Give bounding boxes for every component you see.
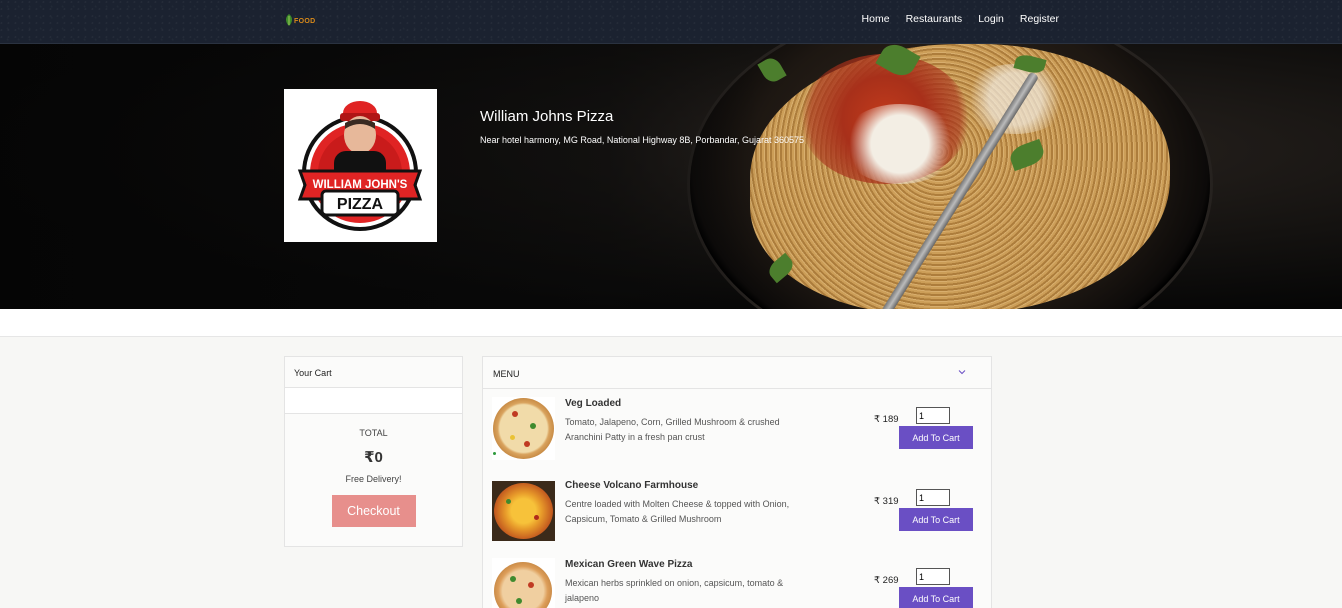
menu-panel: MENU Veg Loaded Tomato, Jalapeno, Corn, … [482,356,992,608]
restaurant-logo: WILLIAM JOHN'S PIZZA [284,89,437,242]
pizza-topping [530,423,536,429]
leaf-icon [286,14,292,26]
pizza-topping [510,576,516,582]
chevron-down-icon[interactable] [958,368,966,376]
nav-restaurants-link[interactable]: Restaurants [906,13,963,25]
cart-total-label: TOTAL [359,428,388,438]
restaurant-hero-banner: WILLIAM JOHN'S PIZZA William Johns Pizza… [0,44,1342,309]
cheese-volcano-image [492,481,555,541]
restaurant-address: Near hotel harmony, MG Road, National Hi… [480,135,805,145]
cart-items-list [285,388,462,414]
checkout-button[interactable]: Checkout [331,495,416,527]
menu-header[interactable]: MENU [483,357,991,389]
pizza-topping [506,499,511,504]
menu-title: MENU [493,369,520,379]
nav-register-link[interactable]: Register [1020,13,1059,25]
menu-item-price: ₹ 319 [874,496,899,507]
cart-title: Your Cart [285,357,462,388]
nav-home-link[interactable]: Home [862,13,890,25]
restaurant-name: William Johns Pizza [480,108,614,125]
quantity-input[interactable] [916,568,950,585]
pizza-image [494,483,553,539]
pizza-topping [524,441,530,447]
section-divider [0,309,1342,337]
free-delivery-text: Free Delivery! [345,474,402,484]
menu-item-name: Veg Loaded [565,398,622,409]
add-to-cart-button[interactable]: Add To Cart [899,587,973,608]
menu-item-name: Cheese Volcano Farmhouse [565,480,699,491]
menu-item-description: Tomato, Jalapeno, Corn, Grilled Mushroom… [565,417,780,442]
veg-indicator [493,452,496,455]
add-to-cart-button[interactable]: Add To Cart [899,508,973,531]
logo-text: FOOD [294,18,316,25]
logo-pizza-text: PIZZA [337,196,384,213]
menu-item: Veg Loaded Tomato, Jalapeno, Corn, Grill… [483,397,991,467]
nav-links: Home Restaurants Login Register [862,13,1059,25]
menu-item-price: ₹ 269 [874,575,899,586]
pizza-image [494,562,552,608]
mexican-green-wave-image [492,558,555,608]
site-logo[interactable]: FOOD [284,10,320,32]
quantity-input[interactable] [916,489,950,506]
quantity-input[interactable] [916,407,950,424]
logo-banner-text: WILLIAM JOHN'S [313,179,408,191]
pizza-image [493,398,554,459]
menu-item-description: Centre loaded with Molten Cheese & toppe… [565,499,790,524]
menu-item: Mexican Green Wave Pizza Mexican herbs s… [483,558,991,608]
hero-cheese [840,104,960,184]
pizza-topping [512,411,518,417]
veg-loaded-image [492,397,555,460]
pizza-topping [528,582,534,588]
menu-item: Cheese Volcano Farmhouse Centre loaded w… [483,479,991,549]
nav-login-link[interactable]: Login [978,13,1004,25]
pizza-topping [516,598,522,604]
pizza-topping [510,435,515,440]
cart-total-value: ₹0 [364,449,383,466]
cart-panel: Your Cart TOTAL ₹0 Free Delivery! Checko… [284,356,463,547]
menu-item-name: Mexican Green Wave Pizza [565,559,693,570]
menu-item-price: ₹ 189 [874,414,899,425]
add-to-cart-button[interactable]: Add To Cart [899,426,973,449]
navbar: FOOD Home Restaurants Login Register [0,0,1342,44]
menu-item-description: Mexican herbs sprinkled on onion, capsic… [565,578,784,603]
pizza-mascot-logo: WILLIAM JOHN'S PIZZA [297,101,423,231]
pizza-topping [534,515,539,520]
